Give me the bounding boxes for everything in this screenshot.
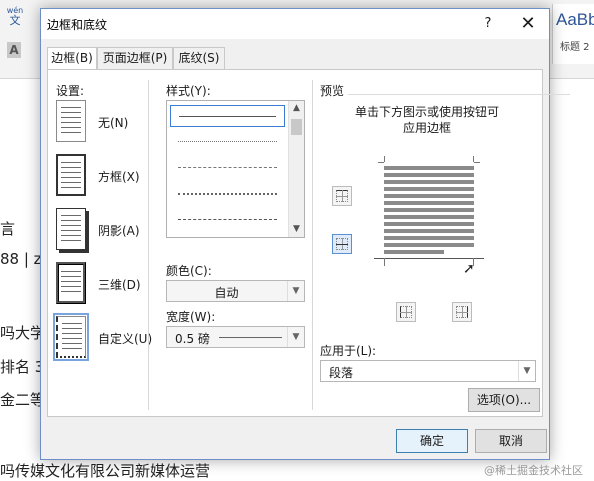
line-style-dash-dot[interactable]: [170, 209, 285, 231]
setting-3d-label: 三维(D): [98, 278, 141, 292]
right-border-button[interactable]: [452, 302, 472, 322]
line-style-list[interactable]: ▲ ▼: [166, 100, 305, 238]
width-value: 0.5 磅: [175, 332, 210, 346]
width-select[interactable]: 0.5 磅 ▼: [166, 326, 305, 348]
scroll-thumb[interactable]: [291, 119, 302, 135]
scroll-up-icon[interactable]: ▲: [289, 101, 304, 116]
ok-button[interactable]: 确定: [396, 429, 468, 453]
setting-custom-icon: [53, 313, 89, 361]
chevron-down-icon: ▼: [518, 361, 535, 381]
top-border-button[interactable]: [332, 186, 352, 206]
setting-shadow[interactable]: 阴影(A): [56, 208, 156, 258]
cancel-button[interactable]: 取消: [475, 429, 547, 453]
character-shading-icon[interactable]: A: [7, 42, 21, 58]
apply-to-value: 段落: [329, 366, 354, 380]
chevron-down-icon: ▼: [287, 281, 304, 301]
color-value: 自动: [214, 286, 239, 300]
color-select[interactable]: 自动 ▼: [166, 280, 305, 302]
preview-hint-line1: 单击下方图示或使用按钮可: [354, 105, 499, 119]
setting-shadow-label: 阴影(A): [98, 224, 140, 238]
phonetic-guide-bottom: 文: [9, 14, 21, 27]
preview-hint: 单击下方图示或使用按钮可 应用边框: [316, 104, 538, 136]
doc-text-line: 吗大学: [0, 324, 46, 342]
mouse-pointer-icon: ➚: [463, 261, 475, 277]
chevron-down-icon: ▼: [287, 327, 304, 347]
preview-divider: [312, 80, 313, 410]
line-style-dotted[interactable]: [170, 131, 285, 153]
setting-none-icon: [56, 100, 86, 142]
borders-tab-panel: 设置: 无(N) 方框(X) 阴影(A) 三维(D) 自定义(U) 样式(Y):…: [47, 69, 570, 417]
setting-box-icon: [56, 154, 86, 196]
setting-custom[interactable]: 自定义(U): [53, 313, 156, 366]
doc-text-line: 金二等: [0, 391, 46, 409]
style-label: 样式(Y):: [166, 84, 211, 98]
scroll-down-icon[interactable]: ▼: [289, 222, 304, 237]
tab-borders[interactable]: 边框(B): [47, 47, 97, 70]
left-border-button[interactable]: [396, 302, 416, 322]
options-button[interactable]: 选项(O)...: [468, 388, 540, 412]
doc-text-line: 言: [0, 220, 16, 238]
doc-text-line: 吗传媒文化有限公司新媒体运营: [0, 462, 211, 480]
style-sample-text: AaBb: [556, 10, 594, 29]
setting-box[interactable]: 方框(X): [56, 154, 156, 204]
color-label: 颜色(C):: [166, 264, 212, 278]
apply-to-select[interactable]: 段落 ▼: [320, 360, 536, 382]
line-style-dashed-small[interactable]: [170, 157, 285, 179]
dialog-titlebar[interactable]: 边框和底纹 ? ✕: [41, 9, 549, 39]
preview-hint-line2: 应用边框: [402, 121, 451, 135]
tab-page-border[interactable]: 页面边框(P): [97, 47, 173, 69]
line-style-solid[interactable]: [170, 105, 285, 127]
width-label: 宽度(W):: [166, 310, 216, 324]
settings-label: 设置:: [56, 84, 85, 98]
tab-shading[interactable]: 底纹(S): [173, 47, 225, 69]
setting-custom-label: 自定义(U): [98, 332, 153, 346]
settings-divider: [148, 80, 149, 410]
doc-text-line: 排名 3: [0, 358, 45, 376]
phonetic-guide-icon[interactable]: wén 文: [6, 6, 24, 26]
setting-box-label: 方框(X): [98, 170, 140, 184]
help-button[interactable]: ?: [477, 13, 499, 35]
setting-none[interactable]: 无(N): [56, 100, 156, 150]
setting-none-label: 无(N): [98, 116, 129, 130]
middle-border-button[interactable]: [332, 234, 352, 254]
watermark: @稀土掘金技术社区: [484, 464, 583, 477]
style-list-scrollbar[interactable]: ▲ ▼: [288, 101, 304, 237]
preview-header-line: [348, 94, 570, 95]
line-style-dashed[interactable]: [170, 183, 285, 205]
setting-shadow-icon: [56, 208, 86, 250]
setting-3d-icon: [56, 262, 86, 304]
borders-and-shading-dialog: 边框和底纹 ? ✕ 边框(B) 页面边框(P) 底纹(S) 设置: 无(N) 方…: [40, 8, 570, 460]
preview-label: 预览: [320, 84, 345, 98]
setting-3d[interactable]: 三维(D): [56, 262, 156, 312]
apply-to-label: 应用于(L):: [320, 344, 377, 358]
width-line-preview: [219, 337, 282, 338]
dialog-title: 边框和底纹: [47, 18, 108, 32]
style-name-label: 标题 2: [560, 42, 590, 53]
close-button[interactable]: ✕: [517, 13, 539, 35]
